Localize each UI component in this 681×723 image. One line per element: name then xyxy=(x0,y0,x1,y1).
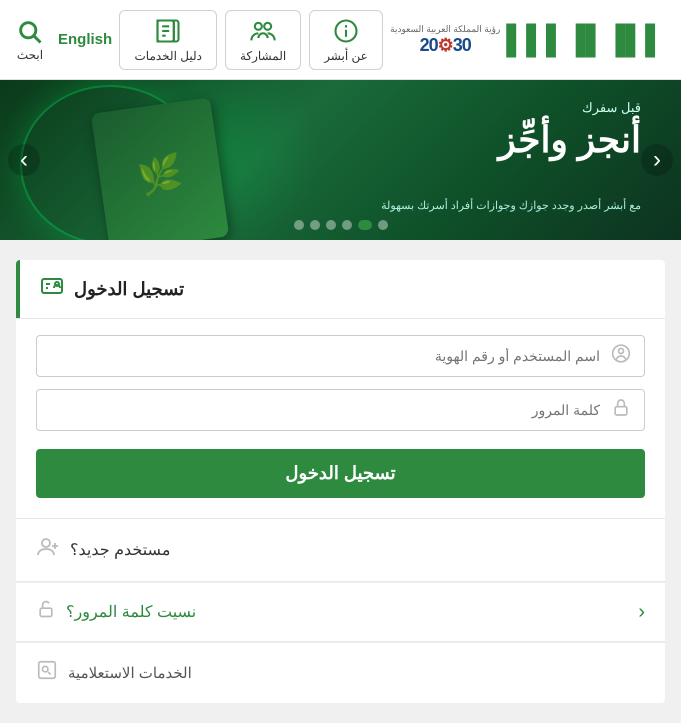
search-list-icon xyxy=(36,659,58,681)
banner-prev-button[interactable]: ‹ xyxy=(8,144,40,176)
dot-6[interactable] xyxy=(378,220,388,230)
add-user-icon xyxy=(36,535,60,559)
info-services-label: الخدمات الاستعلامية xyxy=(68,664,192,682)
forgot-password-link[interactable]: نسيت كلمة المرور؟ xyxy=(66,602,196,622)
lock-icon xyxy=(611,398,631,418)
banner: 🌿 ‹ قبل سفرك أنجز وأجِّز مع أبشر أصدر وج… xyxy=(0,80,681,240)
dot-3[interactable] xyxy=(326,220,336,230)
english-language-toggle[interactable]: English xyxy=(58,31,112,48)
book-icon xyxy=(154,17,182,45)
login-button[interactable]: تسجيل الدخول xyxy=(36,449,645,498)
password-input[interactable] xyxy=(36,389,645,431)
login-section: تسجيل الدخول xyxy=(16,260,665,703)
header: ابحث English دليل الخدمات xyxy=(0,0,681,80)
forgot-back-arrow[interactable]: ‹ xyxy=(638,601,645,624)
new-user-label: مستخدم جديد؟ xyxy=(70,540,170,560)
dot-2[interactable] xyxy=(310,220,320,230)
forgot-password-row: ‹ نسيت كلمة المرور؟ xyxy=(16,582,665,641)
login-header: تسجيل الدخول xyxy=(16,260,665,318)
nav-item-about[interactable]: عن أبشر xyxy=(309,10,383,70)
vision-year: 20⚙30 xyxy=(390,35,500,56)
new-user-icon xyxy=(36,535,60,565)
info-services-row: الخدمات الاستعلامية xyxy=(16,642,665,703)
barcode-icon: ▌▌▌▐▌▐▌▌ xyxy=(506,24,665,56)
header-right: رؤية المملكة العربية السعودية 20⚙30 ▌▌▌▐… xyxy=(390,24,665,56)
dot-1[interactable] xyxy=(294,220,304,230)
search-label: ابحث xyxy=(17,48,43,62)
passport-emblem-icon: 🌿 xyxy=(135,151,185,199)
unlock-icon xyxy=(36,599,56,619)
dot-5-active[interactable] xyxy=(358,220,372,230)
main-content: تسجيل الدخول xyxy=(0,240,681,723)
banner-dots xyxy=(294,220,388,230)
login-header-icon xyxy=(40,274,64,304)
username-input[interactable] xyxy=(36,335,645,377)
banner-next-button[interactable]: › xyxy=(641,144,673,176)
dot-4[interactable] xyxy=(342,220,352,230)
info-services-icon xyxy=(36,659,58,687)
lock-icon xyxy=(611,398,631,423)
nav-item-about-label: عن أبشر xyxy=(324,49,368,63)
header-nav: دليل الخدمات المشاركة xyxy=(119,10,382,70)
search-icon xyxy=(16,18,44,46)
user-circle-icon xyxy=(611,344,631,364)
id-card-icon xyxy=(40,274,64,298)
banner-subtitle: قبل سفرك xyxy=(498,100,641,116)
header-left[interactable]: ابحث English xyxy=(16,18,112,62)
user-icon xyxy=(611,344,631,369)
banner-description: مع أبشر أصدر وجدد جوازك وجوازات أفراد أس… xyxy=(381,199,641,212)
nav-item-participation[interactable]: المشاركة xyxy=(225,10,301,70)
banner-text: قبل سفرك أنجز وأجِّز xyxy=(498,100,641,160)
username-wrapper xyxy=(36,335,645,377)
new-user-row: مستخدم جديد؟ xyxy=(16,519,665,581)
info-icon xyxy=(332,17,360,45)
people-icon xyxy=(249,17,277,45)
banner-title: أنجز وأجِّز xyxy=(498,120,641,160)
vision-subtitle: رؤية المملكة العربية السعودية xyxy=(390,24,500,35)
page-wrapper: ابحث English دليل الخدمات xyxy=(0,0,681,723)
search-button[interactable]: ابحث xyxy=(16,18,44,62)
forgot-lock-icon xyxy=(36,599,56,625)
password-wrapper xyxy=(36,389,645,431)
nav-item-services-guide-label: دليل الخدمات xyxy=(134,49,201,63)
login-body: تسجيل الدخول xyxy=(16,319,665,518)
login-title: تسجيل الدخول xyxy=(74,279,184,300)
nav-item-services-guide[interactable]: دليل الخدمات xyxy=(119,10,216,70)
passport-card: 🌿 xyxy=(91,97,229,240)
forgot-left: نسيت كلمة المرور؟ xyxy=(36,599,196,625)
nav-item-participation-label: المشاركة xyxy=(240,49,286,63)
